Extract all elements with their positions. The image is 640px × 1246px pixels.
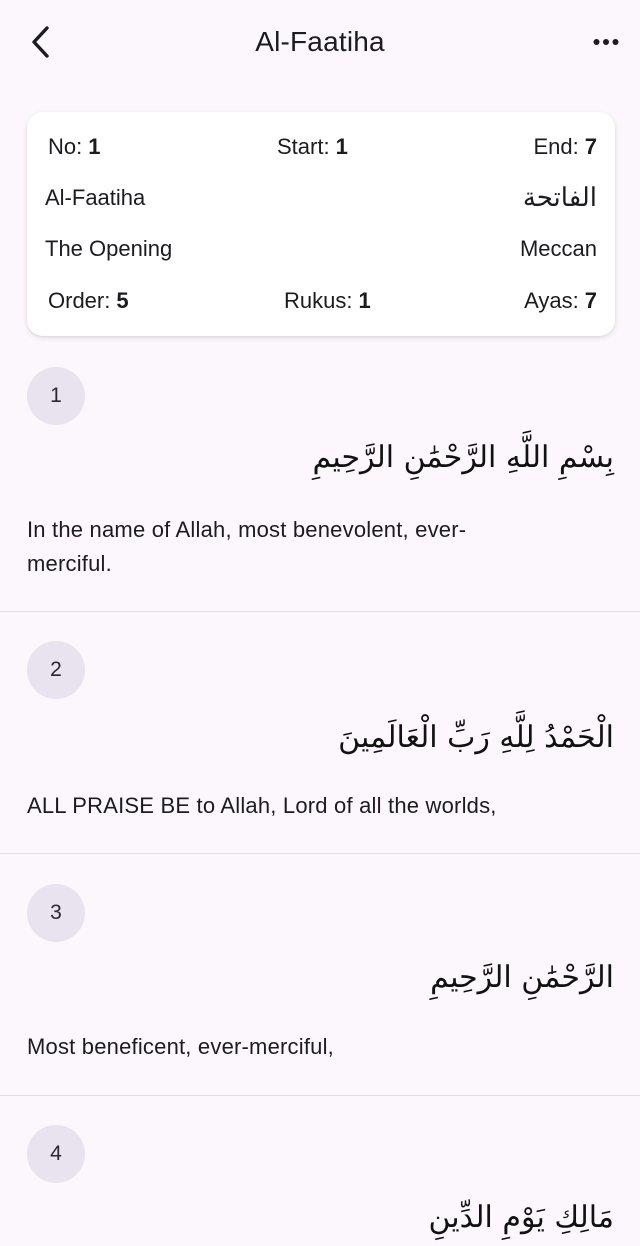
- surah-name-english: The Opening: [45, 236, 173, 261]
- ayah-item[interactable]: 3 الرَّحْمَٰنِ الرَّحِيمِ Most beneficen…: [0, 854, 640, 1096]
- surah-stats-row: Order: 5 Rukus: 1 Ayas: 7: [45, 286, 597, 316]
- surah-name-row: Al-Faatiha الفاتحة: [45, 183, 597, 213]
- surah-number-value: 1: [88, 134, 101, 159]
- surah-rukus-label: Rukus:: [284, 288, 353, 313]
- surah-number: No: 1: [48, 134, 101, 160]
- surah-order: Order: 5: [48, 288, 129, 314]
- ayah-item[interactable]: 2 الْحَمْدُ لِلَّهِ رَبِّ الْعَالَمِينَ …: [0, 612, 640, 854]
- ayah-translation: Most beneficent, ever-merciful,: [27, 1034, 334, 1059]
- surah-order-value: 5: [116, 288, 129, 313]
- surah-end: End: 7: [533, 134, 597, 160]
- surah-revelation-type: Meccan: [519, 236, 597, 261]
- surah-start: Start: 1: [277, 134, 348, 160]
- surah-start-value: 1: [335, 134, 348, 159]
- more-options-button[interactable]: [588, 26, 624, 58]
- ayah-item[interactable]: 4 مَالِكِ يَوْمِ الدِّينِ: [0, 1096, 640, 1246]
- surah-name-latin: Al-Faatiha: [45, 185, 146, 210]
- surah-end-label: End:: [533, 134, 579, 159]
- more-horizontal-icon: [593, 39, 619, 45]
- ayah-number-badge: 4: [27, 1125, 85, 1183]
- surah-name-arabic: الفاتحة: [522, 183, 597, 213]
- ayah-translation: In the name of Allah, most benevolent, e…: [27, 517, 467, 576]
- surah-rukus-value: 1: [358, 288, 371, 313]
- ayah-number-badge: 3: [27, 884, 85, 942]
- surah-info-card: No: 1 Start: 1 End: 7 Al-Faatiha الفاتحة…: [27, 112, 615, 336]
- surah-ayas: Ayas: 7: [524, 288, 597, 314]
- surah-start-label: Start:: [277, 134, 330, 159]
- surah-translation-row: The Opening Meccan: [45, 234, 597, 264]
- page-title: Al-Faatiha: [255, 26, 385, 57]
- ayah-arabic-text: الْحَمْدُ لِلَّهِ رَبِّ الْعَالَمِينَ: [338, 720, 614, 755]
- ayah-translation: ALL PRAISE BE to Allah, Lord of all the …: [27, 793, 497, 818]
- ayah-arabic-text: الرَّحْمَٰنِ الرَّحِيمِ: [430, 960, 614, 995]
- surah-number-label: No:: [48, 134, 83, 159]
- surah-end-value: 7: [584, 134, 597, 159]
- ayah-arabic-text: مَالِكِ يَوْمِ الدِّينِ: [428, 1200, 614, 1235]
- ayah-item[interactable]: 1 بِسْمِ اللَّهِ الرَّحْمَٰنِ الرَّحِيمِ…: [0, 346, 640, 612]
- surah-ayas-value: 7: [584, 288, 597, 313]
- surah-rukus: Rukus: 1: [284, 288, 371, 314]
- surah-order-label: Order:: [48, 288, 111, 313]
- ayah-number-badge: 2: [27, 641, 85, 699]
- app-bar: Al-Faatiha: [0, 0, 640, 86]
- surah-ayas-label: Ayas:: [524, 288, 579, 313]
- surah-meta-row: No: 1 Start: 1 End: 7: [45, 132, 597, 162]
- ayah-number-badge: 1: [27, 367, 85, 425]
- ayah-arabic-text: بِسْمِ اللَّهِ الرَّحْمَٰنِ الرَّحِيمِ: [312, 440, 614, 475]
